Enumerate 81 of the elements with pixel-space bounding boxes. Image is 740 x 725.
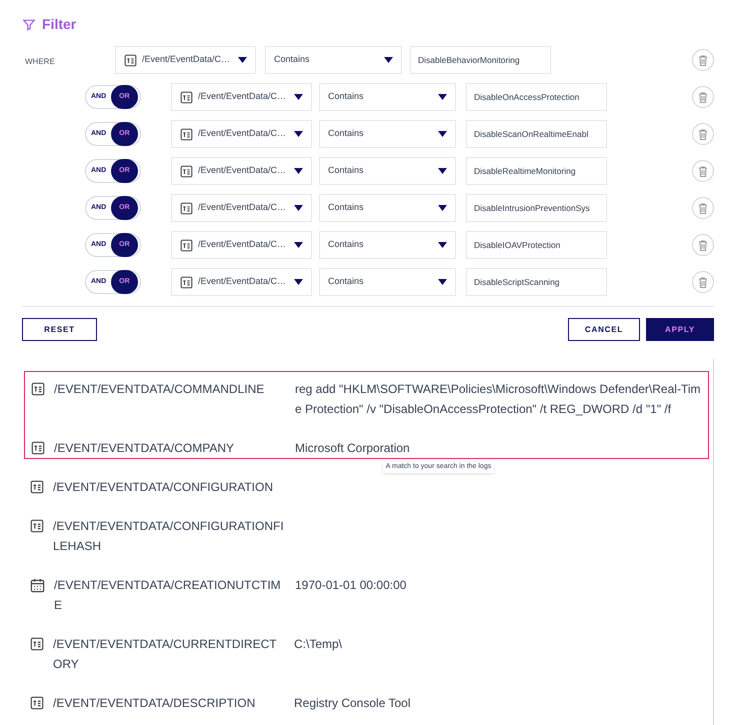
operator-select[interactable]: Contains <box>319 120 456 148</box>
value-field[interactable]: DisableOnAccessProtection <box>466 83 607 111</box>
operator-select[interactable]: Contains <box>319 83 456 111</box>
filter-title: Filter <box>42 15 76 34</box>
document-icon <box>30 696 44 710</box>
document-icon <box>180 90 193 104</box>
document-icon <box>124 54 137 66</box>
delete-button[interactable] <box>692 271 714 293</box>
operator-select[interactable]: Contains <box>319 231 456 259</box>
document-icon <box>31 382 45 396</box>
operator-select[interactable]: Contains <box>319 157 456 185</box>
field-value: Registry Console Tool <box>294 694 412 712</box>
document-icon <box>30 636 44 650</box>
caret-icon <box>438 131 447 137</box>
where-label: WHERE <box>25 57 55 66</box>
field-value: C:\Temp\ <box>294 636 344 652</box>
document-icon <box>180 276 193 288</box>
field-name: /EVENT/EVENTDATA/COMMANDLINE <box>54 381 266 398</box>
operator-select[interactable]: Contains <box>319 268 456 296</box>
value-field[interactable]: DisableRealtimeMonitoring <box>466 157 607 185</box>
trash-icon <box>698 202 708 214</box>
trash-icon <box>698 166 708 176</box>
field-select[interactable]: /Event/EventData/C… <box>171 120 312 148</box>
field-name: /EVENT/EVENTDATA/CREATIONUTCTIME <box>54 576 282 614</box>
caret-icon <box>294 94 303 100</box>
trash-icon <box>698 92 708 102</box>
caret-icon <box>238 57 247 63</box>
field-select[interactable]: /Event/EventData/C… <box>171 194 312 222</box>
operator-select[interactable]: Contains <box>265 46 402 74</box>
caret-icon <box>294 168 303 174</box>
caret-icon <box>438 94 447 100</box>
field-value: 1970-01-01 00:00:00 <box>295 576 408 594</box>
calendar-icon <box>30 578 45 592</box>
delete-button[interactable] <box>692 86 714 108</box>
delete-button[interactable] <box>692 123 714 145</box>
value-field[interactable]: DisableScriptScanning <box>466 268 607 296</box>
field-select[interactable]: /Event/EventData/C… <box>171 268 312 296</box>
value-field[interactable]: DisableIOAVProtection <box>466 231 607 259</box>
filter-icon <box>22 18 36 32</box>
value-field[interactable]: DisableIntrusionPreventionSys <box>466 194 607 222</box>
cancel-button[interactable]: CANCEL <box>568 318 640 341</box>
trash-icon <box>698 240 708 250</box>
caret-icon <box>438 168 447 174</box>
trash-icon <box>698 128 708 140</box>
field-name: /EVENT/EVENTDATA/COMPANY <box>54 440 236 457</box>
field-value: Microsoft Corporation <box>295 440 411 457</box>
field-select[interactable]: /Event/EventData/C… <box>171 231 312 259</box>
document-icon <box>30 480 44 494</box>
caret-icon <box>438 205 447 211</box>
document-icon <box>30 518 44 532</box>
caret-icon <box>294 242 303 248</box>
delete-button[interactable] <box>692 49 714 71</box>
operator-select[interactable]: Contains <box>319 194 456 222</box>
trash-icon <box>698 276 708 288</box>
document-icon <box>31 441 45 455</box>
delete-button[interactable] <box>692 160 714 182</box>
document-icon <box>180 238 193 252</box>
field-name: /EVENT/EVENTDATA/CONFIGURATION <box>53 478 274 496</box>
field-name: /EVENT/EVENTDATA/DESCRIPTION <box>53 694 256 712</box>
delete-button[interactable] <box>692 234 714 256</box>
caret-icon <box>438 279 447 285</box>
reset-button[interactable]: RESET <box>22 318 97 341</box>
field-select[interactable]: /Event/EventData/C… <box>171 83 312 111</box>
field-value: reg add "HKLM\SOFTWARE\Policies\Microsoft\Windows Defender\Real-Time Protection" /v "DisableOnAccessProtection" /t REG_DWORD /d "1" /f <box>295 381 702 418</box>
field-name: /EVENT/EVENTDATA/CURRENTDIRECTORY <box>53 636 278 672</box>
field-name: /EVENT/EVENTDATA/CONFIGURATIONFILEHASH <box>53 518 285 554</box>
caret-icon <box>294 131 303 137</box>
trash-icon <box>698 54 708 66</box>
value-field[interactable]: DisableBehaviorMonitoring <box>410 46 551 74</box>
field-select[interactable]: /Event/EventData/C… <box>171 157 312 185</box>
document-icon <box>180 202 193 214</box>
delete-button[interactable] <box>692 197 714 219</box>
apply-button[interactable]: APPLY <box>646 318 714 341</box>
caret-icon <box>438 242 447 248</box>
caret-icon <box>294 205 303 211</box>
caret-icon <box>294 279 303 285</box>
value-field[interactable]: DisableScanOnRealtimeEnabl <box>466 120 607 148</box>
document-icon <box>180 128 193 140</box>
caret-icon <box>384 57 393 63</box>
document-icon <box>180 164 193 178</box>
field-select[interactable]: /Event/EventData/C… <box>115 46 256 74</box>
